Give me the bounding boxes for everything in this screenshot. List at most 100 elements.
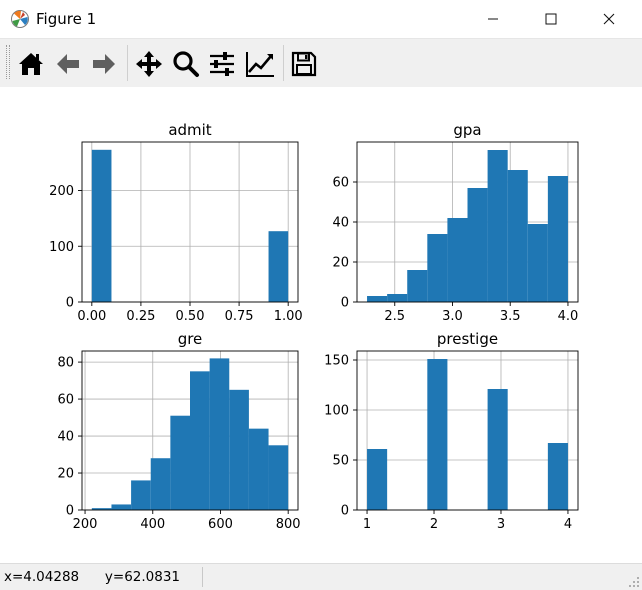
histogram-bar xyxy=(487,389,508,510)
histogram-bar xyxy=(547,443,568,510)
y-tick-label: 0 xyxy=(341,504,349,519)
y-tick-label: 0 xyxy=(66,296,74,311)
y-tick-label: 50 xyxy=(332,454,349,469)
x-tick-label: 1 xyxy=(363,517,371,532)
status-bar: x=4.04288 y=62.0831 xyxy=(0,563,642,590)
y-tick-label: 60 xyxy=(57,393,74,408)
pan-button[interactable] xyxy=(133,48,165,80)
x-coordinate: x=4.04288 xyxy=(4,569,80,585)
x-tick-label: 2.5 xyxy=(384,309,405,324)
histogram-bar xyxy=(427,359,448,510)
histogram-bar xyxy=(248,428,269,510)
histogram-bar xyxy=(170,415,190,510)
configure-subplots-button[interactable] xyxy=(206,48,238,80)
y-tick-label: 20 xyxy=(332,256,349,271)
y-tick-label: 0 xyxy=(341,296,349,311)
x-tick-label: 3.5 xyxy=(500,309,521,324)
histogram-bar xyxy=(407,270,428,302)
histogram-bar xyxy=(487,150,508,302)
x-tick-label: 600 xyxy=(208,517,233,532)
y-tick-label: 40 xyxy=(57,430,74,445)
window-title: Figure 1 xyxy=(36,10,97,28)
home-icon xyxy=(19,53,43,75)
subplot-prestige: 1 2 3 4 0 50 100 150 prestige xyxy=(324,330,579,532)
histogram-bar xyxy=(150,458,171,510)
save-button[interactable] xyxy=(288,48,320,80)
y-tick-label: 100 xyxy=(324,404,349,419)
x-tick-label: 0.00 xyxy=(77,309,106,324)
x-tick-label: 4 xyxy=(564,517,572,532)
x-tick-label: 3.0 xyxy=(442,309,463,324)
maximize-button[interactable] xyxy=(528,0,574,38)
x-tick-label: 2 xyxy=(430,517,438,532)
histogram-bar xyxy=(547,176,568,302)
histogram-bar xyxy=(131,480,151,510)
close-icon xyxy=(603,13,615,25)
histogram-bar xyxy=(367,449,388,510)
histogram-bar xyxy=(190,371,210,510)
histogram-bar xyxy=(427,234,448,302)
y-tick-label: 0 xyxy=(66,504,74,519)
line-chart-icon xyxy=(246,52,274,77)
cursor-coordinates: x=4.04288 y=62.0831 xyxy=(4,569,180,585)
maximize-icon xyxy=(545,13,557,25)
y-tick-label: 20 xyxy=(57,467,74,482)
floppy-disk-icon xyxy=(291,51,317,77)
histogram-bar xyxy=(507,170,528,302)
x-tick-label: 400 xyxy=(140,517,165,532)
subplot-gre: 200 400 600 800 0 20 40 60 80 gre xyxy=(57,330,300,532)
close-button[interactable] xyxy=(586,0,632,38)
subplot-title: admit xyxy=(168,121,211,139)
x-tick-label: 3 xyxy=(497,517,505,532)
subplot-title: gre xyxy=(178,330,203,348)
y-tick-label: 150 xyxy=(324,354,349,369)
subplot-title: gpa xyxy=(453,121,481,139)
histogram-bar xyxy=(91,149,112,302)
subplot-admit: 0.00 0.25 0.50 0.75 1.00 0 100 200 admit xyxy=(49,121,302,324)
toolbar-separator xyxy=(283,45,284,81)
y-tick-label: 60 xyxy=(332,176,349,191)
x-tick-label: 4.0 xyxy=(558,309,579,324)
toolbar-grip[interactable] xyxy=(6,45,10,79)
y-tick-label: 40 xyxy=(332,216,349,231)
move-arrows-icon xyxy=(136,51,162,77)
subplot-title: prestige xyxy=(437,330,498,348)
zoom-button[interactable] xyxy=(170,48,202,80)
histogram-bar xyxy=(387,294,408,302)
histogram-bar xyxy=(367,296,388,302)
histogram-bar xyxy=(229,389,249,510)
y-tick-label: 200 xyxy=(49,184,74,199)
histogram-bar xyxy=(111,504,132,510)
subplot-gpa: 2.5 3.0 3.5 4.0 0 20 40 60 gpa xyxy=(332,121,579,324)
forward-button[interactable] xyxy=(88,48,120,80)
edit-axis-button[interactable] xyxy=(244,48,276,80)
figure-svg: 0.00 0.25 0.50 0.75 1.000100200admit2.5 3.0 3.… xyxy=(49,121,579,532)
back-button[interactable] xyxy=(52,48,84,80)
navigation-toolbar xyxy=(0,39,642,87)
resize-grip-icon[interactable] xyxy=(628,576,640,588)
axes-frame xyxy=(356,350,579,511)
x-tick-label: 1.00 xyxy=(274,309,303,324)
histogram-bar xyxy=(467,188,488,302)
histogram-bar xyxy=(209,358,230,510)
histogram-bar xyxy=(447,218,468,302)
figure-canvas[interactable]: 0.00 0.25 0.50 0.75 1.00 0 100 200 admit 2.5 3.0 3.… xyxy=(0,87,642,563)
minimize-button[interactable] xyxy=(470,0,516,38)
status-separator xyxy=(202,567,203,587)
y-tick-label: 100 xyxy=(49,240,74,255)
sliders-icon xyxy=(210,52,234,76)
histogram-bar xyxy=(268,231,289,302)
x-tick-label: 800 xyxy=(276,517,301,532)
home-button[interactable] xyxy=(15,48,47,80)
x-tick-label: 0.25 xyxy=(126,309,155,324)
histogram-bar xyxy=(527,224,548,302)
x-tick-label: 0.50 xyxy=(176,309,205,324)
y-coordinate: y=62.0831 xyxy=(104,569,181,585)
toolbar-separator xyxy=(127,45,128,81)
x-tick-label: 200 xyxy=(73,517,98,532)
x-tick-label: 0.75 xyxy=(225,309,254,324)
arrow-left-icon xyxy=(57,54,79,74)
magnifier-icon xyxy=(173,51,199,77)
y-tick-label: 80 xyxy=(57,356,74,371)
matplotlib-logo-icon xyxy=(11,10,29,28)
